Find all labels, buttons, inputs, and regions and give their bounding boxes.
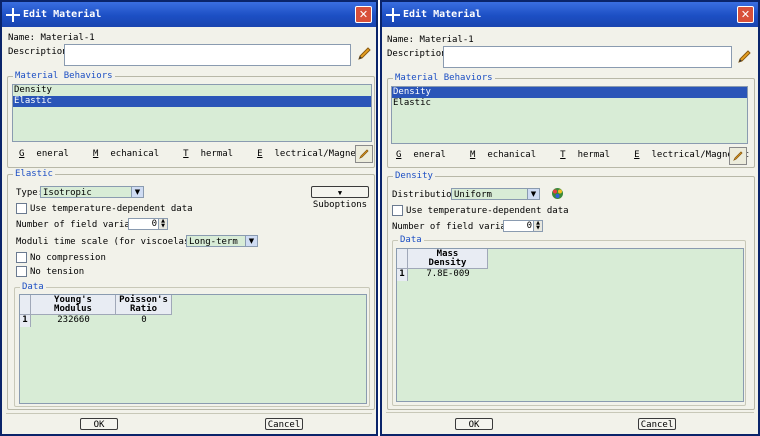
no-tension-checkbox[interactable]: [16, 266, 27, 277]
row-index: 1: [20, 315, 31, 327]
app-icon: [386, 7, 400, 22]
color-palette-icon[interactable]: [551, 187, 564, 200]
section-label: Elastic: [13, 169, 55, 179]
menu-mechanical[interactable]: Mechanical: [93, 149, 171, 159]
menu-thermal[interactable]: Thermal: [183, 149, 245, 159]
corner-header: [397, 249, 408, 269]
use-temp-checkbox[interactable]: [392, 205, 403, 216]
edit-material-dialog-density: Edit Material ✕ Name: Material-1 Descrip…: [380, 0, 760, 436]
suboptions-button[interactable]: ▼ Suboptions: [311, 186, 369, 210]
footer-divider: [386, 412, 754, 413]
data-table[interactable]: Young's Modulus Poisson's Ratio 1 232660 0: [19, 294, 367, 404]
name-label: Name:: [8, 33, 36, 43]
window-title: Edit Material: [403, 9, 482, 20]
behavior-item-density[interactable]: Density: [13, 85, 371, 96]
behavior-item-elastic[interactable]: Elastic: [13, 96, 371, 107]
chevron-down-icon: ▼: [131, 187, 143, 197]
behaviors-list[interactable]: Density Elastic: [391, 86, 748, 144]
description-input[interactable]: [443, 46, 732, 68]
column-header[interactable]: Mass Density: [408, 249, 488, 269]
use-temp-label: Use temperature-dependent data: [406, 206, 569, 216]
menu-general[interactable]: General: [19, 149, 81, 159]
moduli-combo[interactable]: Long-term ▼: [186, 235, 258, 247]
chevron-down-icon: ▼: [245, 236, 257, 246]
num-field-value: 0: [526, 221, 532, 231]
type-value: Isotropic: [43, 188, 92, 198]
title-bar[interactable]: Edit Material ✕: [382, 2, 758, 27]
section-label: Density: [393, 171, 435, 181]
footer-divider: [6, 413, 372, 414]
pencil-icon: [733, 151, 743, 161]
suboptions-label: Suboptions: [312, 200, 368, 210]
stepper-arrows-icon: ▲ ▼: [533, 221, 542, 231]
num-field-value: 0: [151, 219, 157, 229]
close-icon: ✕: [358, 8, 369, 21]
row-index: 1: [397, 269, 408, 281]
description-input[interactable]: [64, 44, 351, 66]
close-icon: ✕: [740, 8, 751, 21]
data-label: Data: [398, 235, 424, 245]
distribution-combo[interactable]: Uniform ▼: [451, 188, 540, 200]
num-field-stepper[interactable]: 0 ▲ ▼: [503, 220, 543, 232]
data-table[interactable]: Mass Density 1 7.8E-009: [396, 248, 744, 402]
use-temp-label: Use temperature-dependent data: [30, 204, 193, 214]
name-value: Material-1: [419, 35, 474, 45]
use-temp-checkbox[interactable]: [16, 203, 27, 214]
cancel-button[interactable]: Cancel: [265, 418, 303, 430]
ok-button[interactable]: OK: [455, 418, 493, 430]
type-combo[interactable]: Isotropic ▼: [40, 186, 144, 198]
name-row: Name: Material-1: [8, 33, 95, 43]
menu-general[interactable]: General: [396, 150, 458, 160]
column-header[interactable]: Poisson's Ratio: [116, 295, 172, 315]
edit-behavior-button[interactable]: [355, 145, 373, 163]
edit-material-dialog-elastic: Edit Material ✕ Name: Material-1 Descrip…: [0, 0, 378, 436]
behavior-menu-bar: General Mechanical Thermal Electrical/Ma…: [19, 149, 376, 159]
column-header[interactable]: Young's Modulus: [31, 295, 116, 315]
close-button[interactable]: ✕: [737, 6, 754, 23]
num-field-stepper[interactable]: 0 ▲ ▼: [128, 218, 168, 230]
edit-pencil-icon[interactable]: [356, 46, 372, 62]
title-bar[interactable]: Edit Material ✕: [2, 2, 376, 27]
behaviors-list[interactable]: Density Elastic: [12, 84, 372, 142]
table-cell[interactable]: 7.8E-009: [408, 269, 488, 280]
name-label: Name:: [387, 35, 415, 45]
cancel-button[interactable]: Cancel: [638, 418, 676, 430]
table-cell[interactable]: 232660: [31, 315, 116, 326]
stepper-arrows-icon: ▲ ▼: [158, 219, 167, 229]
behavior-item-density[interactable]: Density: [392, 87, 747, 98]
data-label: Data: [20, 282, 46, 292]
app-icon: [6, 7, 20, 22]
no-compression-checkbox[interactable]: [16, 252, 27, 263]
window-title: Edit Material: [23, 9, 102, 20]
name-row: Name: Material-1: [387, 35, 474, 45]
chevron-down-icon: ▼: [527, 189, 539, 199]
distribution-value: Uniform: [454, 190, 492, 200]
behavior-menu-bar: General Mechanical Thermal Electrical/Ma…: [396, 150, 758, 160]
menu-thermal[interactable]: Thermal: [560, 150, 622, 160]
no-compression-label: No compression: [30, 253, 106, 263]
material-behaviors-label: Material Behaviors: [393, 73, 495, 83]
corner-header: [20, 295, 31, 315]
ok-button[interactable]: OK: [80, 418, 118, 430]
pencil-icon: [359, 149, 369, 159]
material-behaviors-label: Material Behaviors: [13, 71, 115, 81]
no-tension-label: No tension: [30, 267, 85, 277]
close-button[interactable]: ✕: [355, 6, 372, 23]
behavior-item-elastic[interactable]: Elastic: [392, 98, 747, 109]
table-cell[interactable]: 0: [116, 315, 172, 326]
name-value: Material-1: [40, 33, 95, 43]
menu-mechanical[interactable]: Mechanical: [470, 150, 548, 160]
edit-behavior-button[interactable]: [729, 147, 747, 165]
edit-pencil-icon[interactable]: [736, 49, 752, 65]
moduli-value: Long-term: [189, 237, 238, 247]
triangle-down-icon: ▼: [337, 189, 343, 197]
